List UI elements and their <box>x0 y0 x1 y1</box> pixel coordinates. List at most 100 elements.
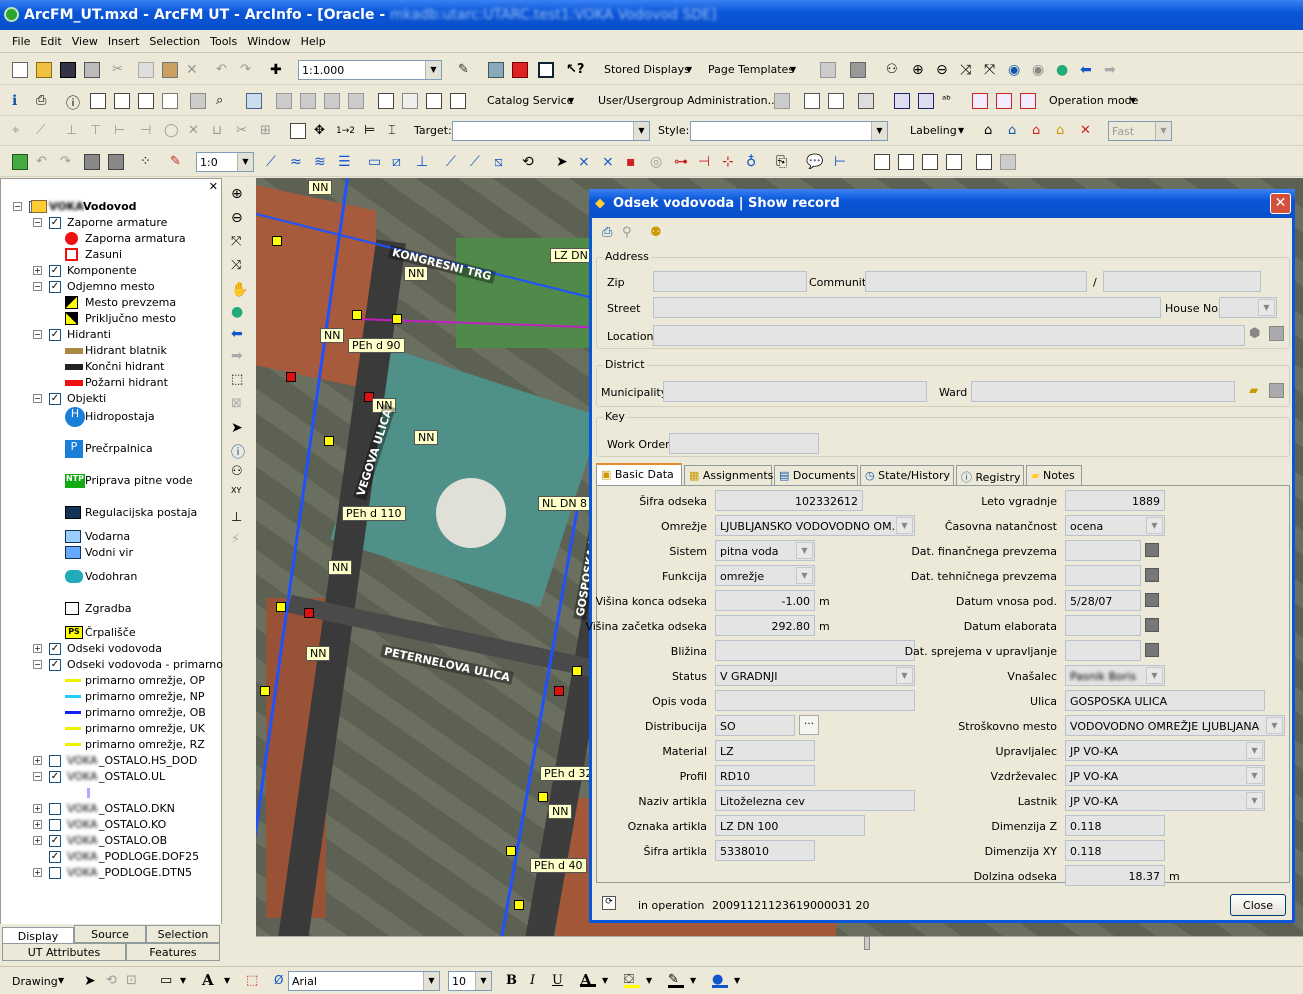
chevron-down-icon[interactable]: ▼ <box>1266 717 1283 734</box>
record-field[interactable]: 0.118 <box>1065 815 1165 836</box>
toc-layer[interactable]: Vodni vir <box>1 545 221 561</box>
segment-2-tool-icon[interactable]: ⟋ <box>470 154 486 170</box>
record-field[interactable]: 18.37 <box>1065 865 1165 886</box>
rotate-icon[interactable]: ⟲ <box>106 973 122 989</box>
label-quality-combo[interactable]: Fast ▼ <box>1108 121 1172 141</box>
disabled-tool-icon[interactable] <box>190 93 206 109</box>
valve-point[interactable] <box>506 846 516 856</box>
intersect-disabled-icon[interactable]: ✕ <box>188 123 204 139</box>
delete-icon[interactable]: ✕ <box>186 62 202 78</box>
expand-icon[interactable]: + <box>33 868 42 877</box>
community-field[interactable] <box>865 271 1087 292</box>
network-3-icon[interactable] <box>1020 93 1036 109</box>
record-field[interactable]: LZ DN 100 <box>715 815 865 836</box>
browse-button[interactable]: … <box>799 715 819 735</box>
collapse-icon[interactable]: − <box>33 394 42 403</box>
record-field[interactable]: 102332612 <box>715 490 863 511</box>
abc-labels-icon[interactable]: ᵃᵇ <box>942 93 958 109</box>
record-field[interactable]: VODOVODNO OMREŽJE LJUBLJANA ▼ <box>1065 715 1285 736</box>
record-field[interactable]: 0.118 <box>1065 840 1165 861</box>
vertical-tool-icon[interactable]: ⊥ <box>416 154 432 170</box>
grid-icon[interactable] <box>874 154 890 170</box>
chevron-down-icon[interactable]: ▼ <box>1246 767 1263 784</box>
align-icon[interactable]: ⊨ <box>364 123 380 139</box>
expand-icon[interactable]: + <box>33 804 42 813</box>
zoom-out-icon[interactable]: ⊖ <box>936 62 952 78</box>
toc-layer[interactable]: − ✓ Odseki vodovoda - primarno <box>1 657 223 673</box>
clip-disabled-icon[interactable]: ✂ <box>236 123 252 139</box>
print-icon[interactable] <box>84 62 100 78</box>
drawing-menu[interactable]: Drawing <box>12 975 58 988</box>
map-scale-combo[interactable]: 1:1.000 ▼ <box>298 60 442 80</box>
fixed-zoom-in-icon[interactable]: ⤧ <box>231 234 247 250</box>
barrier-disabled-icon[interactable] <box>324 93 340 109</box>
calculator-icon[interactable] <box>290 123 306 139</box>
layer-visibility-checkbox[interactable]: ✓ <box>49 835 61 847</box>
toc-layer[interactable]: Zaporna armatura <box>1 231 221 247</box>
record-field[interactable]: 1889 <box>1065 490 1165 511</box>
chevron-down-icon[interactable]: ▼ <box>1246 792 1263 809</box>
toc-layer[interactable]: Regulacijska postaja <box>1 505 221 521</box>
toc-layer[interactable]: H Hidropostaja <box>1 407 221 427</box>
cut-icon[interactable]: ✂ <box>112 62 128 78</box>
tab-assignments[interactable]: ▦ Assignments <box>684 465 773 485</box>
attribute-editor-icon[interactable]: ⎙ <box>36 93 52 109</box>
layer-visibility-checkbox[interactable]: ✓ <box>49 329 61 341</box>
snap-ratio-combo[interactable]: 1:0 ▼ <box>196 152 254 172</box>
undo-icon[interactable]: ↶ <box>216 62 232 78</box>
column-disabled-icon[interactable] <box>774 93 790 109</box>
label-remove-icon[interactable]: ✕ <box>1080 123 1096 139</box>
toc-layer[interactable]: + ✓ Komponente <box>1 263 221 279</box>
grid-2-icon[interactable] <box>898 154 914 170</box>
toc-layer[interactable]: Končni hidrant <box>1 359 221 375</box>
redo-icon[interactable]: ↷ <box>240 62 256 78</box>
toc-layer[interactable]: + ✓ VOKA _OSTALO.OB <box>1 833 221 849</box>
expand-icon[interactable]: + <box>33 756 42 765</box>
collapse-icon[interactable]: − <box>13 202 22 211</box>
sketch-tool-icon[interactable]: ✎ <box>170 154 186 170</box>
rectangle-icon[interactable]: ▭ <box>160 973 176 989</box>
pick-location-icon[interactable]: ⬢ <box>1249 326 1260 341</box>
reshape-disabled-icon[interactable]: ⟋ <box>36 123 52 139</box>
grid-dots-icon[interactable]: ⁘ <box>140 154 156 170</box>
toc-layer[interactable] <box>1 785 221 801</box>
record-field[interactable]: -1.00 <box>715 590 815 611</box>
menu-tools[interactable]: Tools <box>204 31 241 48</box>
toc-layer[interactable]: Hidrant blatnik <box>1 343 221 359</box>
layer-visibility-checkbox[interactable] <box>49 819 61 831</box>
municipality-field[interactable] <box>663 381 927 402</box>
layer-visibility-checkbox[interactable]: ✓ <box>49 217 61 229</box>
toc-layer[interactable]: + VOKA _OSTALO.HS_DOD <box>1 753 221 769</box>
create-feature-icon[interactable] <box>12 154 28 170</box>
query-icon[interactable] <box>138 93 154 109</box>
grid-disabled-icon[interactable] <box>820 62 836 78</box>
record-field[interactable]: 292.80 <box>715 615 815 636</box>
labeling-menu[interactable]: Labeling <box>910 124 957 137</box>
segment-3-tool-icon[interactable]: ⧅ <box>494 154 510 170</box>
layer-visibility-checkbox[interactable] <box>49 803 61 815</box>
record-field[interactable]: JP VO-KA ▼ <box>1065 765 1265 786</box>
copy-feature-icon[interactable] <box>378 93 394 109</box>
toc-layer[interactable]: NTP Priprava pitne vode <box>1 473 221 489</box>
clear-district-icon[interactable] <box>1269 383 1284 398</box>
rectangle-tool-icon[interactable]: ▭ <box>368 154 384 170</box>
zoom-whole-icon[interactable]: ⊡ <box>126 973 142 989</box>
layer-visibility-checkbox[interactable]: ✓ <box>49 643 61 655</box>
chevron-down-icon[interactable]: ▼ <box>1146 667 1163 684</box>
edit-sketch-icon[interactable]: ⎘ <box>776 154 792 170</box>
previous-extent-icon[interactable]: ⬅ <box>231 326 247 342</box>
identify-icon[interactable]: ⓘ <box>231 442 247 461</box>
cut-line-icon[interactable]: ⨯ <box>578 154 594 170</box>
select-features-icon[interactable]: ⬚ <box>231 372 247 388</box>
clear-location-icon[interactable] <box>1269 326 1284 341</box>
grid-3-icon[interactable] <box>922 154 938 170</box>
tab-ut-attributes[interactable]: UT Attributes <box>2 943 126 961</box>
page-templates-menu[interactable]: Page Templates <box>708 63 794 76</box>
underline-button[interactable]: U <box>552 973 568 989</box>
toc-layer[interactable]: Priključno mesto <box>1 311 221 327</box>
locate-icon[interactable]: ⚉ <box>650 225 662 240</box>
toc-layer[interactable]: − ✓ Odjemno mesto <box>1 279 221 295</box>
properties-icon[interactable] <box>114 93 130 109</box>
comment-icon[interactable]: 💬 <box>806 154 823 170</box>
toc-layer[interactable]: Požarni hidrant <box>1 375 221 391</box>
